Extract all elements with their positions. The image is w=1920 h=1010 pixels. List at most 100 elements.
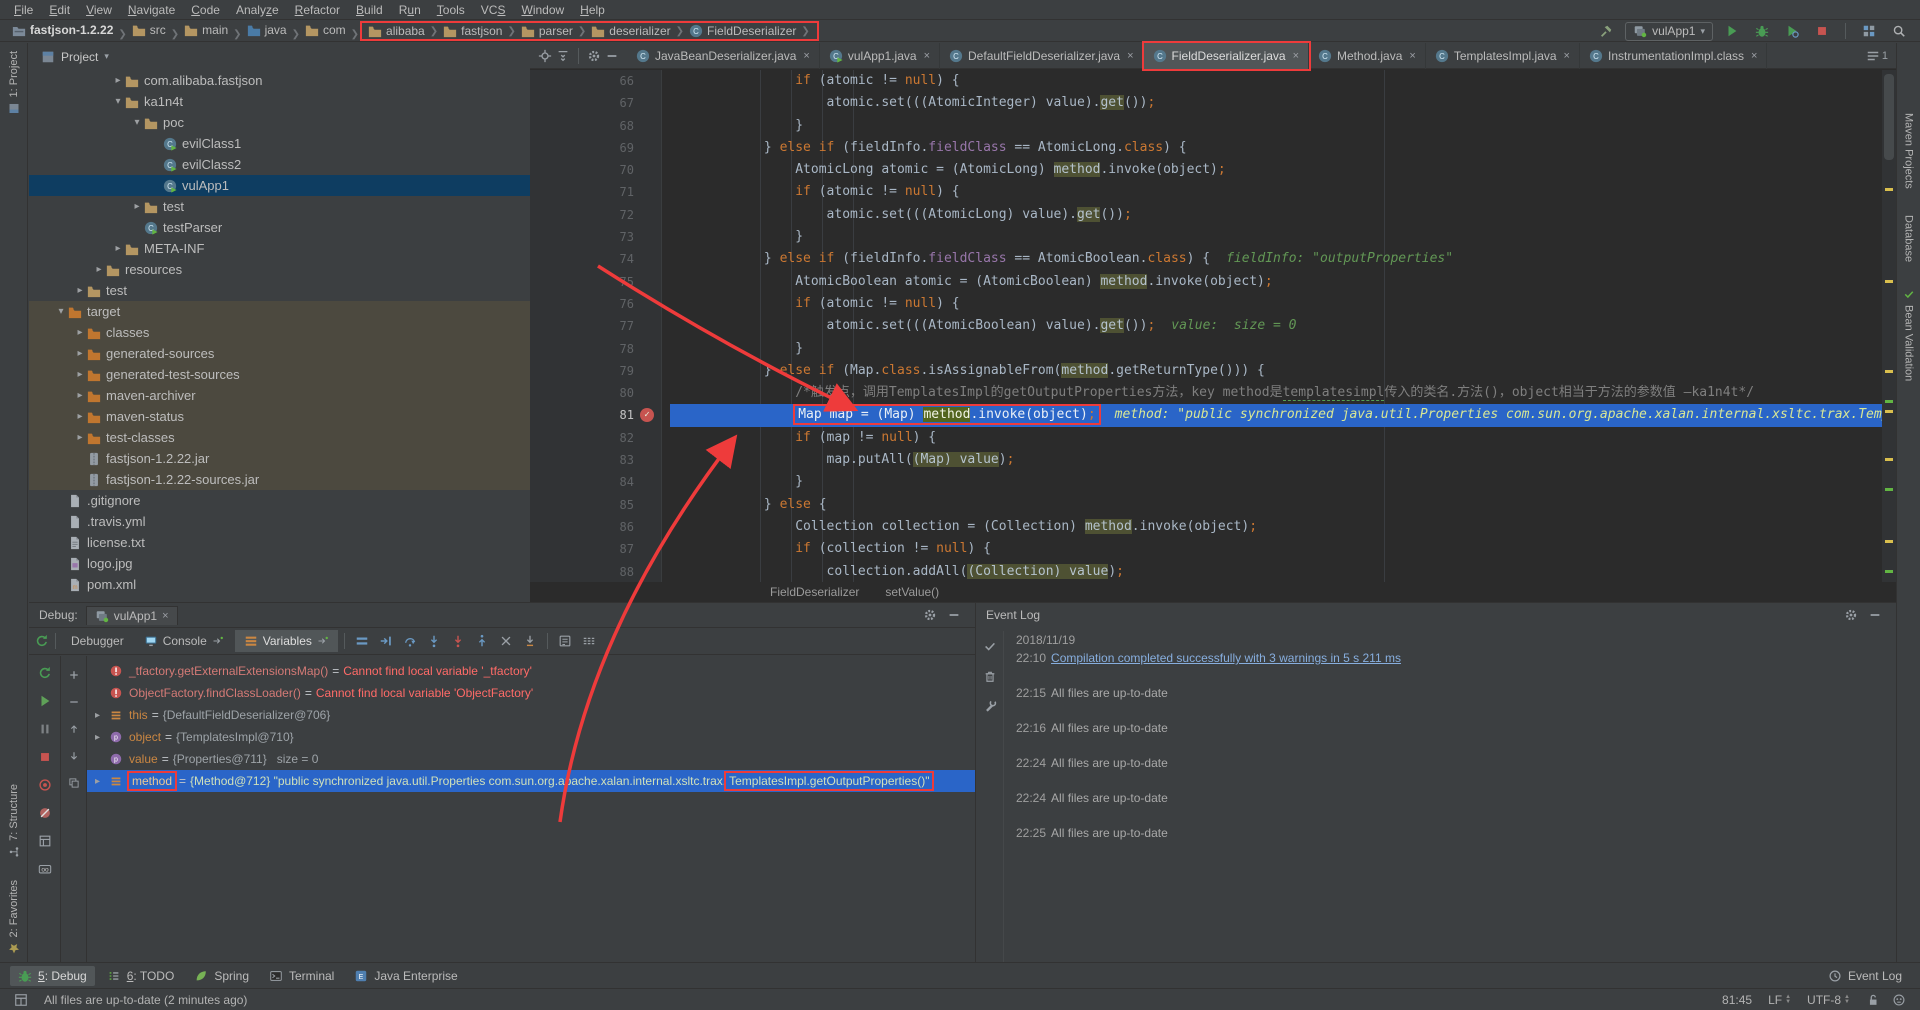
move-up-button[interactable] — [63, 720, 85, 738]
tree-item-vulApp1[interactable]: CvulApp1 — [29, 175, 530, 196]
editor-tab-vulApp1-java[interactable]: CvulApp1.java× — [820, 43, 940, 69]
tool-window-button-1-project[interactable]: 1: Project — [8, 51, 20, 114]
tool-window-button-database[interactable]: Database — [1903, 215, 1915, 262]
chevron-collapsed-icon[interactable]: ▸ — [92, 264, 106, 275]
breadcrumb-method[interactable]: setValue() — [885, 585, 939, 599]
line-number[interactable]: 72 — [530, 204, 634, 226]
encoding-selector[interactable]: UTF-8▲▼ — [1807, 993, 1850, 1007]
breadcrumb-item-alibaba[interactable]: alibaba — [366, 24, 427, 38]
tree-item-resources[interactable]: ▸resources — [29, 259, 530, 280]
breadcrumb-class[interactable]: FieldDeserializer — [770, 585, 859, 599]
tree-item-test[interactable]: ▸test — [29, 196, 530, 217]
tree-item-generated-test-sources[interactable]: ▸generated-test-sources — [29, 364, 530, 385]
line-number[interactable]: 83 — [530, 449, 634, 471]
pause-button[interactable] — [34, 720, 56, 738]
tool-window-tab-terminal[interactable]: Terminal — [261, 966, 342, 986]
editor-tab-FieldDeserializer-java[interactable]: CFieldDeserializer.java× — [1144, 43, 1309, 69]
breadcrumb-item-com[interactable]: com — [303, 23, 348, 37]
error-stripe-mark[interactable] — [1885, 188, 1893, 191]
line-number[interactable]: 68 — [530, 115, 634, 137]
lock-icon[interactable] — [1866, 993, 1880, 1007]
debug-bug-button[interactable] — [1751, 22, 1773, 40]
close-icon[interactable]: × — [162, 610, 168, 622]
tree-item--travis-yml[interactable]: .travis.yml — [29, 511, 530, 532]
line-number[interactable]: 69 — [530, 137, 634, 159]
breadcrumb-item-parser[interactable]: parser — [519, 24, 575, 38]
error-stripe-mark[interactable] — [1885, 458, 1893, 461]
line-number[interactable]: 74 — [530, 248, 634, 270]
chevron-collapsed-icon[interactable]: ▸ — [73, 285, 87, 296]
chevron-collapsed-icon[interactable]: ▸ — [73, 411, 87, 422]
menu-run[interactable]: Run — [391, 1, 429, 19]
close-icon[interactable]: × — [803, 50, 809, 62]
minus-icon[interactable] — [947, 608, 961, 622]
gear-icon[interactable] — [587, 49, 601, 63]
tree-item-META-INF[interactable]: ▸META-INF — [29, 238, 530, 259]
chevron-collapsed-icon[interactable]: ▸ — [73, 390, 87, 401]
breakpoint-icon[interactable]: ✓ — [640, 408, 654, 422]
menu-help[interactable]: Help — [572, 1, 613, 19]
line-number[interactable]: 77 — [530, 315, 634, 337]
ide-face-icon[interactable] — [1892, 993, 1906, 1007]
line-number[interactable]: 75 — [530, 271, 634, 293]
variable-row-method[interactable]: ▸method={Method@712} "public synchronize… — [87, 770, 975, 792]
tree-item-fastjson-1-2-22-sources-jar[interactable]: fastjson-1.2.22-sources.jar — [29, 469, 530, 490]
menu-vcs[interactable]: VCS — [473, 1, 514, 19]
error-stripe-mark[interactable] — [1885, 410, 1893, 413]
chevron-expanded-icon[interactable]: ▾ — [130, 117, 144, 128]
gear-icon[interactable] — [923, 608, 937, 622]
chevron-collapsed-icon[interactable]: ▸ — [95, 710, 109, 721]
tree-item-ka1n4t[interactable]: ▾ka1n4t — [29, 91, 530, 112]
tool-window-tab-event-log[interactable]: Event Log — [1820, 966, 1910, 986]
tool-window-tab-5-debug[interactable]: 5: Debug — [10, 966, 95, 986]
tree-item-maven-archiver[interactable]: ▸maven-archiver — [29, 385, 530, 406]
menu-code[interactable]: Code — [183, 1, 228, 19]
line-number[interactable]: 66 — [530, 70, 634, 92]
view-breakpoints-button[interactable] — [34, 776, 56, 794]
breadcrumb-item-fastjson[interactable]: fastjson — [441, 24, 504, 38]
tool-window-button-bean-validation[interactable]: Bean Validation — [1903, 288, 1915, 381]
close-icon[interactable]: × — [1293, 50, 1299, 62]
duplicate-watch-button[interactable] — [63, 774, 85, 792]
debug-view-tab-debugger[interactable]: Debugger — [62, 630, 133, 652]
chevron-collapsed-icon[interactable]: ▸ — [95, 776, 109, 787]
chevron-expanded-icon[interactable]: ▾ — [111, 96, 125, 107]
chevron-collapsed-icon[interactable]: ▸ — [111, 75, 125, 86]
minus-icon[interactable] — [1868, 608, 1882, 622]
menu-navigate[interactable]: Navigate — [120, 1, 183, 19]
line-number[interactable]: 70 — [530, 159, 634, 181]
line-number[interactable]: 80 — [530, 382, 634, 404]
menu-tools[interactable]: Tools — [429, 1, 473, 19]
minus-icon[interactable] — [605, 49, 619, 63]
error-stripe-mark[interactable] — [1885, 570, 1893, 573]
build-hammer-button[interactable] — [1595, 22, 1617, 40]
line-number[interactable]: 78 — [530, 338, 634, 360]
line-separator-selector[interactable]: LF▲▼ — [1768, 993, 1791, 1007]
chevron-collapsed-icon[interactable]: ▸ — [73, 369, 87, 380]
close-icon[interactable]: × — [1127, 50, 1133, 62]
layout-button[interactable] — [351, 632, 373, 650]
tool-window-button-2-favorites[interactable]: 2: Favorites — [8, 880, 20, 954]
tree-item-testParser[interactable]: CtestParser — [29, 217, 530, 238]
tree-item-target[interactable]: ▾target — [29, 301, 530, 322]
force-step-into-button[interactable] — [447, 632, 469, 650]
error-stripe-mark[interactable] — [1885, 488, 1893, 491]
evaluate-expression-button[interactable] — [554, 632, 576, 650]
collapse-all-icon[interactable] — [556, 49, 570, 63]
line-number[interactable]: 76 — [530, 293, 634, 315]
run-button[interactable] — [1721, 22, 1743, 40]
variable-row-_tfactory-getExternalExtensionsMap-[interactable]: _tfactory.getExternalExtensionsMap()=Can… — [87, 660, 975, 682]
tree-item-license-txt[interactable]: license.txt — [29, 532, 530, 553]
error-stripe-mark[interactable] — [1885, 400, 1893, 403]
line-number[interactable]: 73 — [530, 226, 634, 248]
menu-file[interactable]: File — [6, 1, 41, 19]
tool-window-button-maven-projects[interactable]: Maven Projects — [1903, 113, 1915, 189]
chevron-collapsed-icon[interactable]: ▸ — [73, 327, 87, 338]
restore-layout-button[interactable] — [34, 832, 56, 850]
chevron-collapsed-icon[interactable]: ▸ — [73, 348, 87, 359]
show-execution-point-button[interactable] — [375, 632, 397, 650]
line-number[interactable]: 81 — [530, 404, 634, 426]
close-icon[interactable]: × — [1751, 50, 1757, 62]
mark-read-button[interactable] — [979, 637, 1001, 655]
variable-row-ObjectFactory-findClassLoader-[interactable]: ObjectFactory.findClassLoader()=Cannot f… — [87, 682, 975, 704]
